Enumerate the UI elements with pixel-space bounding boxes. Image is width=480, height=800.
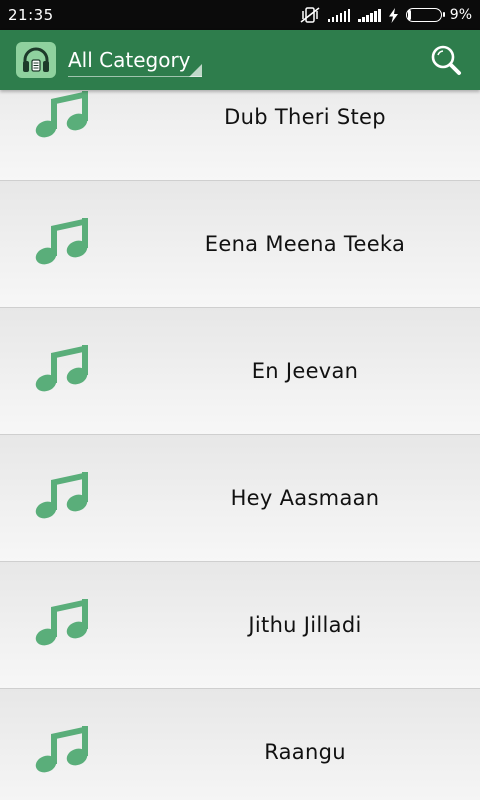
song-list: Dub Theri Step Eena Meena Teeka En Jeeva…: [0, 90, 480, 800]
music-note-icon: [35, 472, 88, 519]
song-item[interactable]: Jithu Jilladi: [0, 562, 480, 689]
category-label: All Category: [68, 48, 191, 72]
song-title: Dub Theri Step: [224, 105, 386, 129]
battery-level: [407, 10, 411, 20]
music-note-icon: [35, 91, 88, 138]
music-note-icon: [35, 218, 88, 265]
search-icon: [431, 45, 461, 75]
signal-icon: [358, 8, 381, 22]
signal-icon: [327, 8, 351, 22]
song-title: Raangu: [264, 740, 346, 764]
song-item[interactable]: En Jeevan: [0, 308, 480, 435]
app-bar: All Category: [0, 30, 480, 90]
song-title: En Jeevan: [251, 359, 359, 383]
status-time: 21:35: [8, 6, 54, 24]
song-item[interactable]: Eena Meena Teeka: [0, 181, 480, 308]
song-title: Hey Aasmaan: [230, 486, 380, 510]
charging-bolt-icon: [388, 7, 398, 23]
dropdown-arrow-icon: [189, 64, 202, 77]
mute-vibrate-icon: [300, 7, 320, 23]
headphones-music-icon: [16, 42, 56, 78]
battery-icon: [405, 8, 445, 22]
search-button[interactable]: [424, 38, 468, 82]
song-item[interactable]: Raangu: [0, 689, 480, 800]
song-title: Eena Meena Teeka: [204, 232, 406, 256]
status-icons: 9%: [300, 7, 472, 23]
status-bar: 21:35 9%: [0, 0, 480, 30]
dropdown-underline: [68, 76, 202, 77]
music-note-icon: [35, 599, 88, 646]
song-item[interactable]: Dub Theri Step: [0, 90, 480, 181]
song-title: Jithu Jilladi: [248, 613, 362, 637]
music-note-icon: [35, 726, 88, 773]
battery-percent: 9%: [449, 7, 472, 23]
song-item[interactable]: Hey Aasmaan: [0, 435, 480, 562]
category-dropdown[interactable]: All Category: [68, 38, 202, 82]
music-note-icon: [35, 345, 88, 392]
